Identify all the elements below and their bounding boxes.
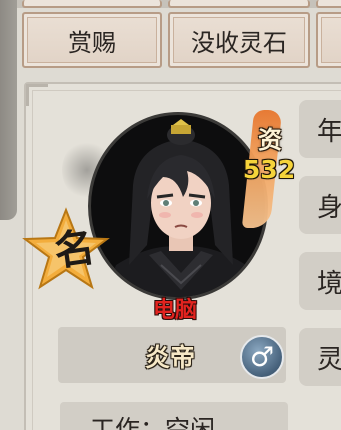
side-label-text: 年	[317, 116, 341, 147]
confiscate-button-label: 没收灵石	[191, 28, 287, 57]
fame-badge-text: 名	[51, 223, 98, 276]
side-label-age: 年	[299, 100, 341, 158]
gender-symbol: ♂	[249, 341, 275, 373]
side-label-spirit: 灵	[299, 328, 341, 386]
confiscate-spirit-stones-button[interactable]: 没收灵石	[168, 12, 310, 68]
top-button-partial-middle[interactable]	[168, 0, 310, 8]
side-label-body: 身	[299, 176, 341, 234]
left-scroll-strip	[0, 0, 17, 220]
top-button-partial-left[interactable]	[22, 0, 162, 8]
character-portrait[interactable]	[88, 112, 268, 300]
character-screen: 赏赐 没收灵石 年 身 境 灵 资 532 名 电脑 炎帝 ♂ 工作：空闲	[0, 0, 341, 430]
aptitude-value: 532	[242, 155, 296, 184]
work-status-bar[interactable]: 工作：空闲	[60, 402, 288, 430]
aptitude-label: 资	[258, 126, 282, 154]
work-status-text: 工作：空闲	[90, 415, 216, 430]
male-gender-icon: ♂	[240, 335, 284, 379]
reward-button[interactable]: 赏赐	[22, 12, 162, 68]
portrait-illustration	[103, 119, 259, 297]
next-button-partial[interactable]	[316, 12, 341, 68]
side-label-text: 境	[317, 268, 341, 299]
top-button-partial-right[interactable]	[316, 0, 341, 8]
panel-corner-ornament	[26, 84, 48, 106]
character-name[interactable]: 炎帝	[100, 338, 240, 374]
side-label-text: 身	[317, 192, 341, 223]
side-label-text: 灵	[317, 344, 341, 375]
side-label-realm: 境	[299, 252, 341, 310]
controller-tag: 电脑	[152, 298, 197, 323]
reward-button-label: 赏赐	[68, 28, 116, 57]
